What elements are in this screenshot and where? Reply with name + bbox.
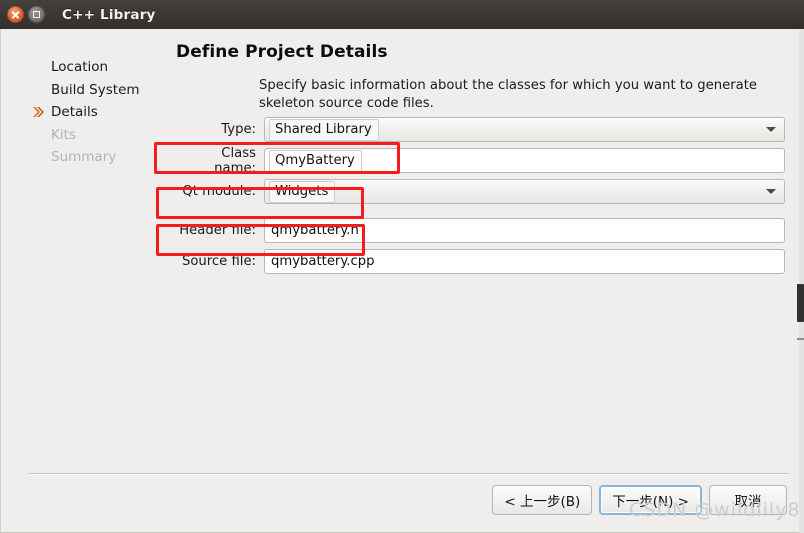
cpp-library-wizard-window: C++ Library Location Build System Detail… <box>0 0 804 533</box>
class-name-label: Class name: <box>214 145 256 176</box>
qt-module-combobox-value: Widgets <box>269 181 336 203</box>
sidebar-item-kits: Kits <box>33 125 163 145</box>
footer-separator <box>29 473 789 474</box>
sidebar-item-summary: Summary <box>33 147 163 167</box>
form-row-type: Type: Shared Library <box>176 117 785 142</box>
dialog-buttons: < 上一步(B) 下一步(N) > 取消 <box>492 485 787 515</box>
type-combobox[interactable]: Shared Library <box>264 117 785 142</box>
title-bar: C++ Library <box>0 0 804 29</box>
header-file-field[interactable] <box>264 218 785 243</box>
maximize-icon[interactable] <box>28 6 45 23</box>
window-title: C++ Library <box>62 6 156 23</box>
sidebar-item-label: Build System <box>51 81 140 98</box>
sidebar-item-location[interactable]: Location <box>33 57 163 77</box>
form-row-class-name: Class name: QmyBattery <box>176 145 785 176</box>
source-file-label: Source file: <box>181 254 256 269</box>
page-title: Define Project Details <box>176 42 388 62</box>
form-row-qt-module: Qt module: Widgets <box>176 179 785 204</box>
header-file-label: Header file: <box>179 223 256 238</box>
class-name-field[interactable]: QmyBattery <box>264 148 785 173</box>
next-button[interactable]: 下一步(N) > <box>599 485 702 515</box>
sidebar-item-label: Kits <box>51 126 76 143</box>
type-combobox-value: Shared Library <box>269 119 379 141</box>
scrollbar-thumb[interactable] <box>797 284 804 322</box>
back-button[interactable]: < 上一步(B) <box>492 485 593 515</box>
sidebar-item-label: Details <box>51 104 98 120</box>
qt-module-combobox[interactable]: Widgets <box>264 179 785 204</box>
form-row-source-file: Source file: <box>176 249 785 274</box>
page-description: Specify basic information about the clas… <box>259 78 758 111</box>
dialog-content: Location Build System Details Kits Summa… <box>0 29 804 533</box>
source-file-input[interactable] <box>264 249 785 274</box>
qt-module-combobox-body[interactable] <box>264 179 785 204</box>
wizard-steps: Location Build System Details Kits Summa… <box>33 57 163 170</box>
sidebar-item-build-system[interactable]: Build System <box>33 80 163 100</box>
header-file-input[interactable] <box>264 218 785 243</box>
class-name-value: QmyBattery <box>269 150 362 172</box>
scrollbar-tick <box>797 338 804 340</box>
sidebar-item-details[interactable]: Details <box>33 102 163 122</box>
close-icon[interactable] <box>7 6 24 23</box>
source-file-field[interactable] <box>264 249 785 274</box>
cancel-button[interactable]: 取消 <box>709 485 787 515</box>
qt-module-label: Qt module: <box>182 184 256 199</box>
details-form: Type: Shared Library Class name: QmyBatt… <box>176 117 785 280</box>
sidebar-item-label: Summary <box>51 149 117 165</box>
type-label: Type: <box>221 122 256 137</box>
sidebar-item-label: Location <box>51 59 109 75</box>
chevron-right-double-icon <box>31 104 47 120</box>
form-row-header-file: Header file: <box>176 218 785 243</box>
chevron-down-icon[interactable] <box>766 127 776 132</box>
chevron-down-icon[interactable] <box>766 189 776 194</box>
scrollbar-track[interactable] <box>799 29 804 533</box>
